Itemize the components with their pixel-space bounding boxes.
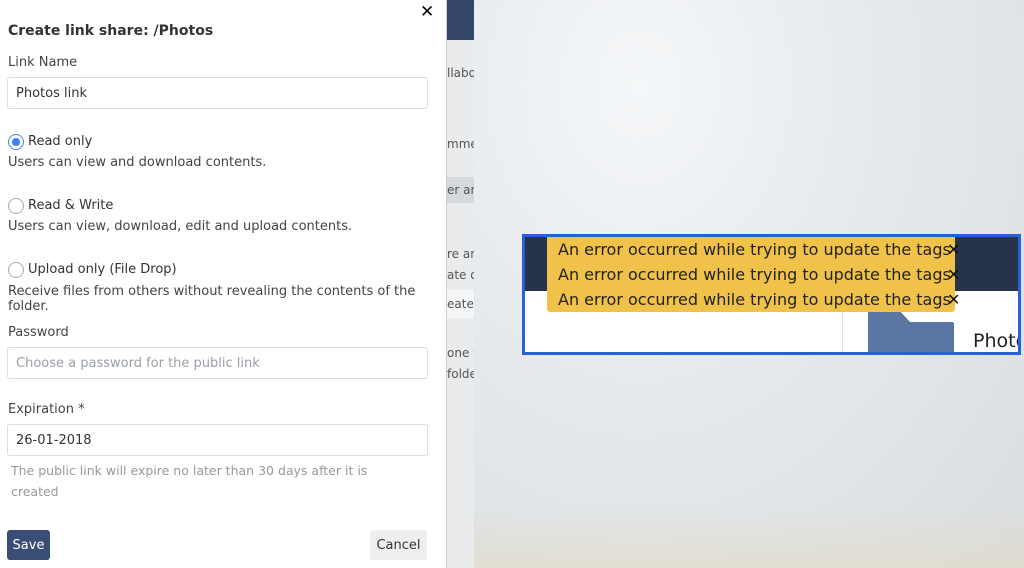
background-text-fragment: eate (447, 297, 474, 311)
error-notifications-panel: Photo An error occurred while trying to … (522, 234, 1021, 355)
background-text-fragment: mme (447, 137, 474, 151)
background-text-fragment: er an (447, 183, 474, 197)
notification-text: An error occurred while trying to update… (558, 290, 951, 309)
read-write-radio[interactable] (8, 198, 24, 214)
error-notification: An error occurred while trying to update… (547, 287, 960, 312)
expiration-hint: The public link will expire no later tha… (11, 463, 368, 499)
read-only-description: Users can view and download contents. (8, 155, 267, 170)
read-only-label[interactable]: Read only (28, 134, 92, 149)
link-name-input[interactable] (7, 77, 428, 109)
close-icon[interactable]: ✕ (947, 265, 960, 284)
notification-text: An error occurred while trying to update… (558, 265, 951, 284)
background-text-fragment: ate o (447, 268, 474, 282)
upload-only-radio[interactable] (8, 262, 24, 278)
read-write-description: Users can view, download, edit and uploa… (8, 219, 353, 234)
close-icon[interactable]: ✕ (947, 240, 960, 259)
upload-only-label[interactable]: Upload only (File Drop) (28, 262, 177, 277)
password-input[interactable] (7, 347, 428, 379)
background-text-fragment: llabo (447, 66, 474, 80)
expiration-label: Expiration * (8, 402, 85, 417)
background-app-header (447, 0, 474, 40)
notification-text: An error occurred while trying to update… (558, 240, 951, 259)
background-text-fragment: folde (447, 367, 474, 381)
read-only-radio[interactable] (8, 134, 24, 150)
password-label: Password (8, 325, 69, 340)
folder-icon (868, 322, 954, 352)
error-notification: An error occurred while trying to update… (547, 262, 960, 287)
create-link-share-dialog: ✕ Create link share: /Photos Link Name R… (0, 0, 446, 568)
folder-label: Photo (973, 330, 1018, 352)
close-icon[interactable]: ✕ (420, 2, 434, 22)
dialog-title: Create link share: /Photos (8, 23, 214, 39)
link-name-label: Link Name (8, 55, 78, 70)
read-write-label[interactable]: Read & Write (28, 198, 113, 213)
background-text-fragment: one v (447, 346, 474, 360)
error-notification: An error occurred while trying to update… (547, 237, 960, 262)
close-icon[interactable]: ✕ (947, 290, 960, 309)
background-app-window: llabo mme er an re ar ate o eate one v f… (446, 0, 474, 568)
save-button[interactable]: Save (7, 530, 50, 560)
cancel-button[interactable]: Cancel (370, 530, 427, 560)
expiration-date-input[interactable] (7, 424, 428, 456)
background-text-fragment: re ar (447, 247, 474, 261)
upload-only-description: Receive files from others without reveal… (8, 284, 416, 314)
